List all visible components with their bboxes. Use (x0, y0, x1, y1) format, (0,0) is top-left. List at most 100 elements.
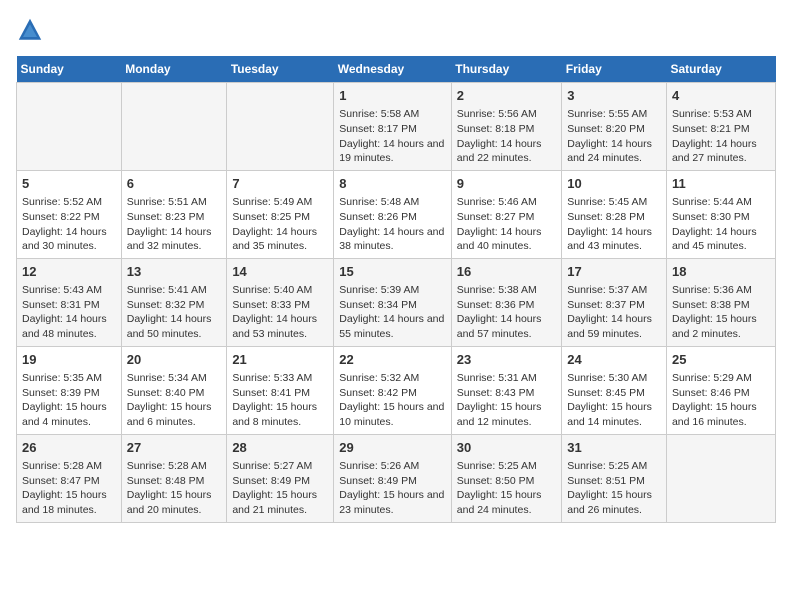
day-number: 15 (339, 263, 446, 281)
day-info: Sunrise: 5:43 AMSunset: 8:31 PMDaylight:… (22, 283, 116, 342)
day-info: Sunrise: 5:28 AMSunset: 8:47 PMDaylight:… (22, 459, 116, 518)
day-number: 13 (127, 263, 222, 281)
day-number: 7 (232, 175, 328, 193)
day-info: Sunrise: 5:37 AMSunset: 8:37 PMDaylight:… (567, 283, 661, 342)
calendar-cell (121, 83, 227, 171)
day-info: Sunrise: 5:40 AMSunset: 8:33 PMDaylight:… (232, 283, 328, 342)
day-info: Sunrise: 5:52 AMSunset: 8:22 PMDaylight:… (22, 195, 116, 254)
calendar-cell: 2 Sunrise: 5:56 AMSunset: 8:18 PMDaylight… (451, 83, 561, 171)
logo-icon (16, 16, 44, 44)
day-info: Sunrise: 5:56 AMSunset: 8:18 PMDaylight:… (457, 107, 556, 166)
day-header-wednesday: Wednesday (334, 56, 452, 83)
calendar-cell: 1 Sunrise: 5:58 AMSunset: 8:17 PMDaylight… (334, 83, 452, 171)
calendar-week-4: 19Sunrise: 5:35 AMSunset: 8:39 PMDayligh… (17, 346, 776, 434)
calendar-cell: 27 Sunrise: 5:28 AMSunset: 8:48 PMDayligh… (121, 434, 227, 522)
day-number: 25 (672, 351, 770, 369)
day-info: Sunrise: 5:33 AMSunset: 8:41 PMDaylight:… (232, 371, 328, 430)
calendar-cell: 15 Sunrise: 5:39 AMSunset: 8:34 PMDayligh… (334, 258, 452, 346)
day-header-monday: Monday (121, 56, 227, 83)
calendar-cell: 18 Sunrise: 5:36 AMSunset: 8:38 PMDayligh… (666, 258, 775, 346)
logo (16, 16, 48, 44)
calendar-cell: 19Sunrise: 5:35 AMSunset: 8:39 PMDayligh… (17, 346, 122, 434)
day-header-thursday: Thursday (451, 56, 561, 83)
day-info: Sunrise: 5:51 AMSunset: 8:23 PMDaylight:… (127, 195, 222, 254)
calendar-table: SundayMondayTuesdayWednesdayThursdayFrid… (16, 56, 776, 523)
day-number: 29 (339, 439, 446, 457)
day-number: 2 (457, 87, 556, 105)
day-number: 4 (672, 87, 770, 105)
day-info: Sunrise: 5:30 AMSunset: 8:45 PMDaylight:… (567, 371, 661, 430)
day-info: Sunrise: 5:45 AMSunset: 8:28 PMDaylight:… (567, 195, 661, 254)
day-number: 20 (127, 351, 222, 369)
day-header-saturday: Saturday (666, 56, 775, 83)
day-info: Sunrise: 5:55 AMSunset: 8:20 PMDaylight:… (567, 107, 661, 166)
calendar-cell: 20 Sunrise: 5:34 AMSunset: 8:40 PMDayligh… (121, 346, 227, 434)
day-info: Sunrise: 5:49 AMSunset: 8:25 PMDaylight:… (232, 195, 328, 254)
calendar-week-5: 26Sunrise: 5:28 AMSunset: 8:47 PMDayligh… (17, 434, 776, 522)
page-header (16, 16, 776, 44)
day-info: Sunrise: 5:58 AMSunset: 8:17 PMDaylight:… (339, 107, 446, 166)
calendar-cell: 7 Sunrise: 5:49 AMSunset: 8:25 PMDaylight… (227, 170, 334, 258)
calendar-cell: 30 Sunrise: 5:25 AMSunset: 8:50 PMDayligh… (451, 434, 561, 522)
day-info: Sunrise: 5:39 AMSunset: 8:34 PMDaylight:… (339, 283, 446, 342)
day-number: 30 (457, 439, 556, 457)
day-info: Sunrise: 5:32 AMSunset: 8:42 PMDaylight:… (339, 371, 446, 430)
day-number: 17 (567, 263, 661, 281)
day-info: Sunrise: 5:44 AMSunset: 8:30 PMDaylight:… (672, 195, 770, 254)
calendar-cell: 22Sunrise: 5:32 AMSunset: 8:42 PMDayligh… (334, 346, 452, 434)
day-info: Sunrise: 5:34 AMSunset: 8:40 PMDaylight:… (127, 371, 222, 430)
calendar-cell (666, 434, 775, 522)
calendar-cell: 31 Sunrise: 5:25 AMSunset: 8:51 PMDayligh… (562, 434, 667, 522)
header-row: SundayMondayTuesdayWednesdayThursdayFrid… (17, 56, 776, 83)
day-info: Sunrise: 5:38 AMSunset: 8:36 PMDaylight:… (457, 283, 556, 342)
day-number: 23 (457, 351, 556, 369)
day-info: Sunrise: 5:25 AMSunset: 8:51 PMDaylight:… (567, 459, 661, 518)
day-info: Sunrise: 5:36 AMSunset: 8:38 PMDaylight:… (672, 283, 770, 342)
calendar-cell: 28 Sunrise: 5:27 AMSunset: 8:49 PMDayligh… (227, 434, 334, 522)
day-number: 21 (232, 351, 328, 369)
day-number: 18 (672, 263, 770, 281)
calendar-cell: 12 Sunrise: 5:43 AMSunset: 8:31 PMDayligh… (17, 258, 122, 346)
day-info: Sunrise: 5:53 AMSunset: 8:21 PMDaylight:… (672, 107, 770, 166)
day-info: Sunrise: 5:27 AMSunset: 8:49 PMDaylight:… (232, 459, 328, 518)
day-number: 10 (567, 175, 661, 193)
calendar-cell: 8Sunrise: 5:48 AMSunset: 8:26 PMDaylight… (334, 170, 452, 258)
day-info: Sunrise: 5:41 AMSunset: 8:32 PMDaylight:… (127, 283, 222, 342)
day-info: Sunrise: 5:35 AMSunset: 8:39 PMDaylight:… (22, 371, 116, 430)
day-number: 9 (457, 175, 556, 193)
day-number: 5 (22, 175, 116, 193)
calendar-cell: 14 Sunrise: 5:40 AMSunset: 8:33 PMDayligh… (227, 258, 334, 346)
day-info: Sunrise: 5:28 AMSunset: 8:48 PMDaylight:… (127, 459, 222, 518)
day-info: Sunrise: 5:46 AMSunset: 8:27 PMDaylight:… (457, 195, 556, 254)
day-header-sunday: Sunday (17, 56, 122, 83)
day-number: 8 (339, 175, 446, 193)
day-number: 11 (672, 175, 770, 193)
calendar-week-2: 5 Sunrise: 5:52 AMSunset: 8:22 PMDaylight… (17, 170, 776, 258)
day-number: 14 (232, 263, 328, 281)
calendar-cell: 3Sunrise: 5:55 AMSunset: 8:20 PMDaylight… (562, 83, 667, 171)
day-info: Sunrise: 5:26 AMSunset: 8:49 PMDaylight:… (339, 459, 446, 518)
calendar-cell: 5 Sunrise: 5:52 AMSunset: 8:22 PMDaylight… (17, 170, 122, 258)
day-number: 27 (127, 439, 222, 457)
day-number: 31 (567, 439, 661, 457)
calendar-cell: 16 Sunrise: 5:38 AMSunset: 8:36 PMDayligh… (451, 258, 561, 346)
day-number: 28 (232, 439, 328, 457)
calendar-cell: 13 Sunrise: 5:41 AMSunset: 8:32 PMDayligh… (121, 258, 227, 346)
day-info: Sunrise: 5:31 AMSunset: 8:43 PMDaylight:… (457, 371, 556, 430)
calendar-cell: 10 Sunrise: 5:45 AMSunset: 8:28 PMDayligh… (562, 170, 667, 258)
day-info: Sunrise: 5:29 AMSunset: 8:46 PMDaylight:… (672, 371, 770, 430)
day-number: 6 (127, 175, 222, 193)
day-number: 16 (457, 263, 556, 281)
calendar-cell: 17 Sunrise: 5:37 AMSunset: 8:37 PMDayligh… (562, 258, 667, 346)
calendar-cell: 25 Sunrise: 5:29 AMSunset: 8:46 PMDayligh… (666, 346, 775, 434)
day-number: 1 (339, 87, 446, 105)
day-header-friday: Friday (562, 56, 667, 83)
calendar-week-1: 1 Sunrise: 5:58 AMSunset: 8:17 PMDaylight… (17, 83, 776, 171)
calendar-cell: 21 Sunrise: 5:33 AMSunset: 8:41 PMDayligh… (227, 346, 334, 434)
calendar-cell: 29 Sunrise: 5:26 AMSunset: 8:49 PMDayligh… (334, 434, 452, 522)
day-info: Sunrise: 5:25 AMSunset: 8:50 PMDaylight:… (457, 459, 556, 518)
calendar-cell: 6 Sunrise: 5:51 AMSunset: 8:23 PMDaylight… (121, 170, 227, 258)
day-header-tuesday: Tuesday (227, 56, 334, 83)
day-number: 12 (22, 263, 116, 281)
calendar-cell: 4 Sunrise: 5:53 AMSunset: 8:21 PMDaylight… (666, 83, 775, 171)
